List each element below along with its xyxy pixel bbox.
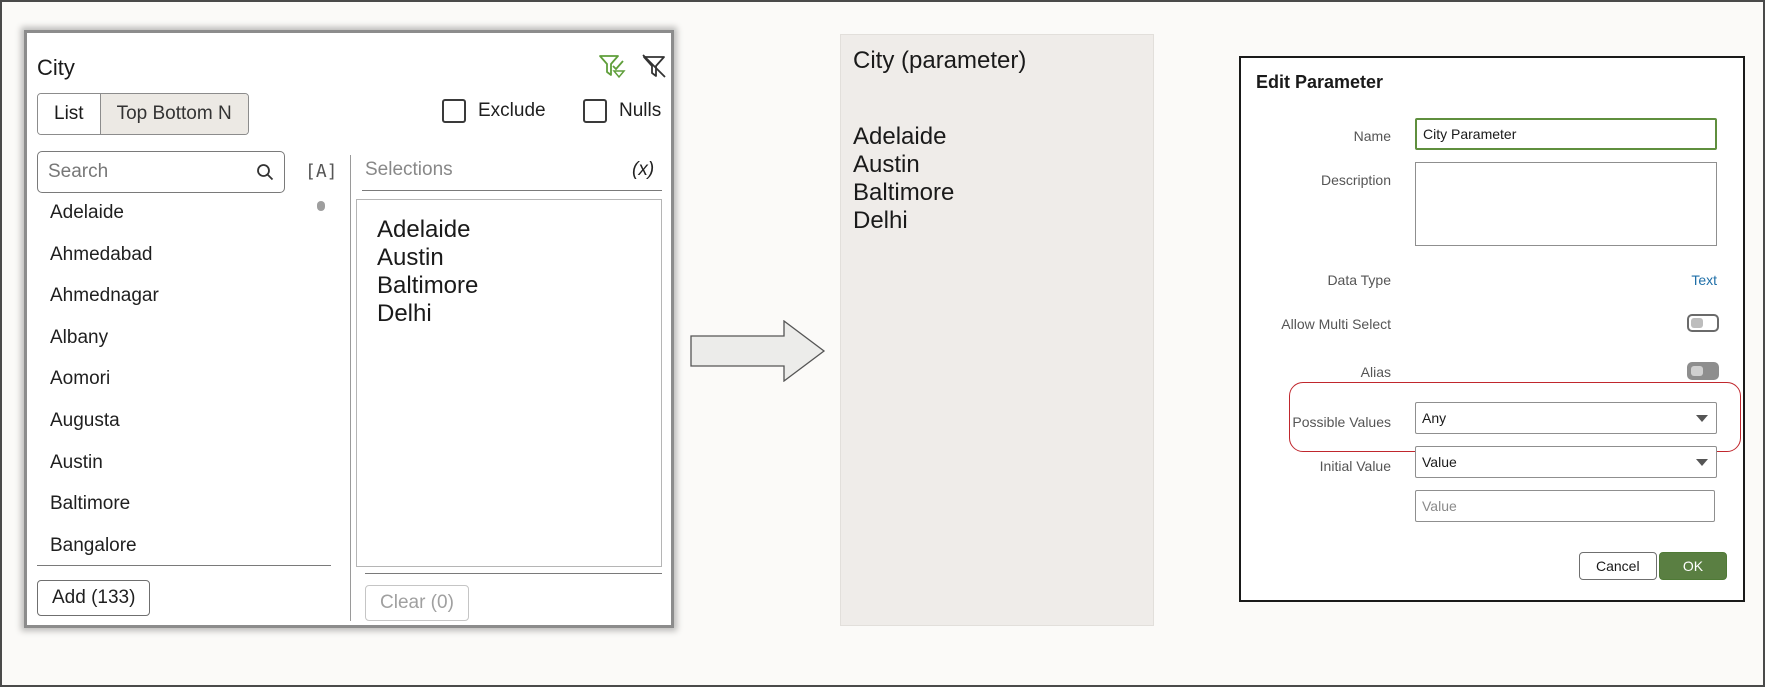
multi-select-toggle[interactable] <box>1687 314 1719 332</box>
search-icon[interactable] <box>256 163 274 181</box>
nulls-label: Nulls <box>619 100 662 121</box>
possible-values-text: Any <box>1422 410 1447 426</box>
search-box <box>37 151 285 193</box>
selections-divider <box>362 190 662 191</box>
initial-value-select[interactable]: Value <box>1415 446 1717 478</box>
selection-item[interactable]: Delhi <box>377 300 478 328</box>
selections-title: Selections <box>365 159 453 180</box>
list-tab[interactable]: List <box>38 94 100 134</box>
dialog-title: Edit Parameter <box>1256 72 1384 92</box>
ok-button[interactable]: OK <box>1659 552 1727 580</box>
nulls-checkbox[interactable]: Nulls <box>583 99 661 123</box>
filter-title: City <box>37 55 75 80</box>
selections-bottom-divider <box>365 573 662 574</box>
parameter-values: Adelaide Austin Baltimore Delhi <box>853 123 954 235</box>
parameter-title: City (parameter) <box>853 47 1027 74</box>
list-item[interactable]: Baltimore <box>50 492 320 534</box>
alias-toggle[interactable] <box>1687 362 1719 380</box>
name-field[interactable]: City Parameter <box>1415 118 1717 150</box>
list-item[interactable]: Austin <box>50 451 320 493</box>
right-arrow-icon <box>690 320 826 382</box>
chevron-down-icon <box>1696 415 1708 422</box>
selections-box: Adelaide Austin Baltimore Delhi <box>356 199 662 567</box>
list-item[interactable]: Aomori <box>50 367 320 409</box>
parameter-panel: City (parameter) Adelaide Austin Baltimo… <box>840 34 1154 626</box>
selection-item[interactable]: Austin <box>377 244 478 272</box>
chevron-down-icon <box>1696 459 1708 466</box>
value-field[interactable]: Value <box>1415 490 1715 522</box>
nulls-checkbox-box[interactable] <box>583 99 607 123</box>
data-type-label: Data Type <box>1327 272 1391 288</box>
cancel-button[interactable]: Cancel <box>1579 552 1657 580</box>
multi-select-label: Allow Multi Select <box>1281 316 1391 332</box>
selection-item[interactable]: Baltimore <box>377 272 478 300</box>
list-item[interactable]: Bangalore <box>50 534 320 576</box>
description-field[interactable] <box>1415 162 1717 246</box>
exclude-label: Exclude <box>478 100 546 121</box>
column-divider <box>350 155 351 621</box>
filter-off-icon[interactable] <box>639 51 669 81</box>
data-type-link[interactable]: Text <box>1691 272 1717 288</box>
exclude-checkbox-box[interactable] <box>442 99 466 123</box>
parameter-value: Delhi <box>853 207 908 234</box>
toggle-knob <box>1691 318 1703 328</box>
list-item[interactable]: Augusta <box>50 409 320 451</box>
list-item[interactable]: Ahmedabad <box>50 243 320 285</box>
name-label: Name <box>1353 128 1391 144</box>
city-filter-panel: City List Top Bottom N Exclude Nulls Sea… <box>24 30 674 628</box>
toggle-knob <box>1691 366 1703 376</box>
selection-item[interactable]: Adelaide <box>377 216 478 244</box>
possible-values-label: Possible Values <box>1292 414 1391 430</box>
search-input[interactable] <box>38 152 248 192</box>
display-mode-toggle: List Top Bottom N <box>37 93 249 135</box>
list-divider <box>37 565 331 566</box>
possible-values-select[interactable]: Any <box>1415 402 1717 434</box>
initial-value-text: Value <box>1422 454 1457 470</box>
filter-check-icon[interactable] <box>597 51 627 81</box>
screenshot-frame: City List Top Bottom N Exclude Nulls Sea… <box>0 0 1765 687</box>
variable-icon[interactable]: (x) <box>632 159 654 181</box>
alias-label: Alias <box>1360 364 1391 380</box>
top-bottom-n-tab[interactable]: Top Bottom N <box>99 94 248 134</box>
parameter-value: Adelaide <box>853 123 947 150</box>
sort-alpha-icon[interactable]: [A] <box>305 161 338 182</box>
clear-button[interactable]: Clear (0) <box>365 585 469 621</box>
list-item[interactable]: Adelaide <box>50 201 320 243</box>
add-button[interactable]: Add (133) <box>37 580 151 616</box>
parameter-value: Baltimore <box>853 179 955 206</box>
initial-value-label: Initial Value <box>1319 458 1391 474</box>
parameter-value: Austin <box>853 151 920 178</box>
city-list: Adelaide Ahmedabad Ahmednagar Albany Aom… <box>50 201 320 575</box>
edit-parameter-dialog: Edit Parameter Name City Parameter Descr… <box>1239 56 1745 602</box>
list-scrollbar[interactable] <box>317 201 325 211</box>
description-label: Description <box>1320 172 1391 188</box>
list-item[interactable]: Albany <box>50 326 320 368</box>
list-item[interactable]: Ahmednagar <box>50 284 320 326</box>
exclude-checkbox[interactable]: Exclude <box>442 99 546 123</box>
